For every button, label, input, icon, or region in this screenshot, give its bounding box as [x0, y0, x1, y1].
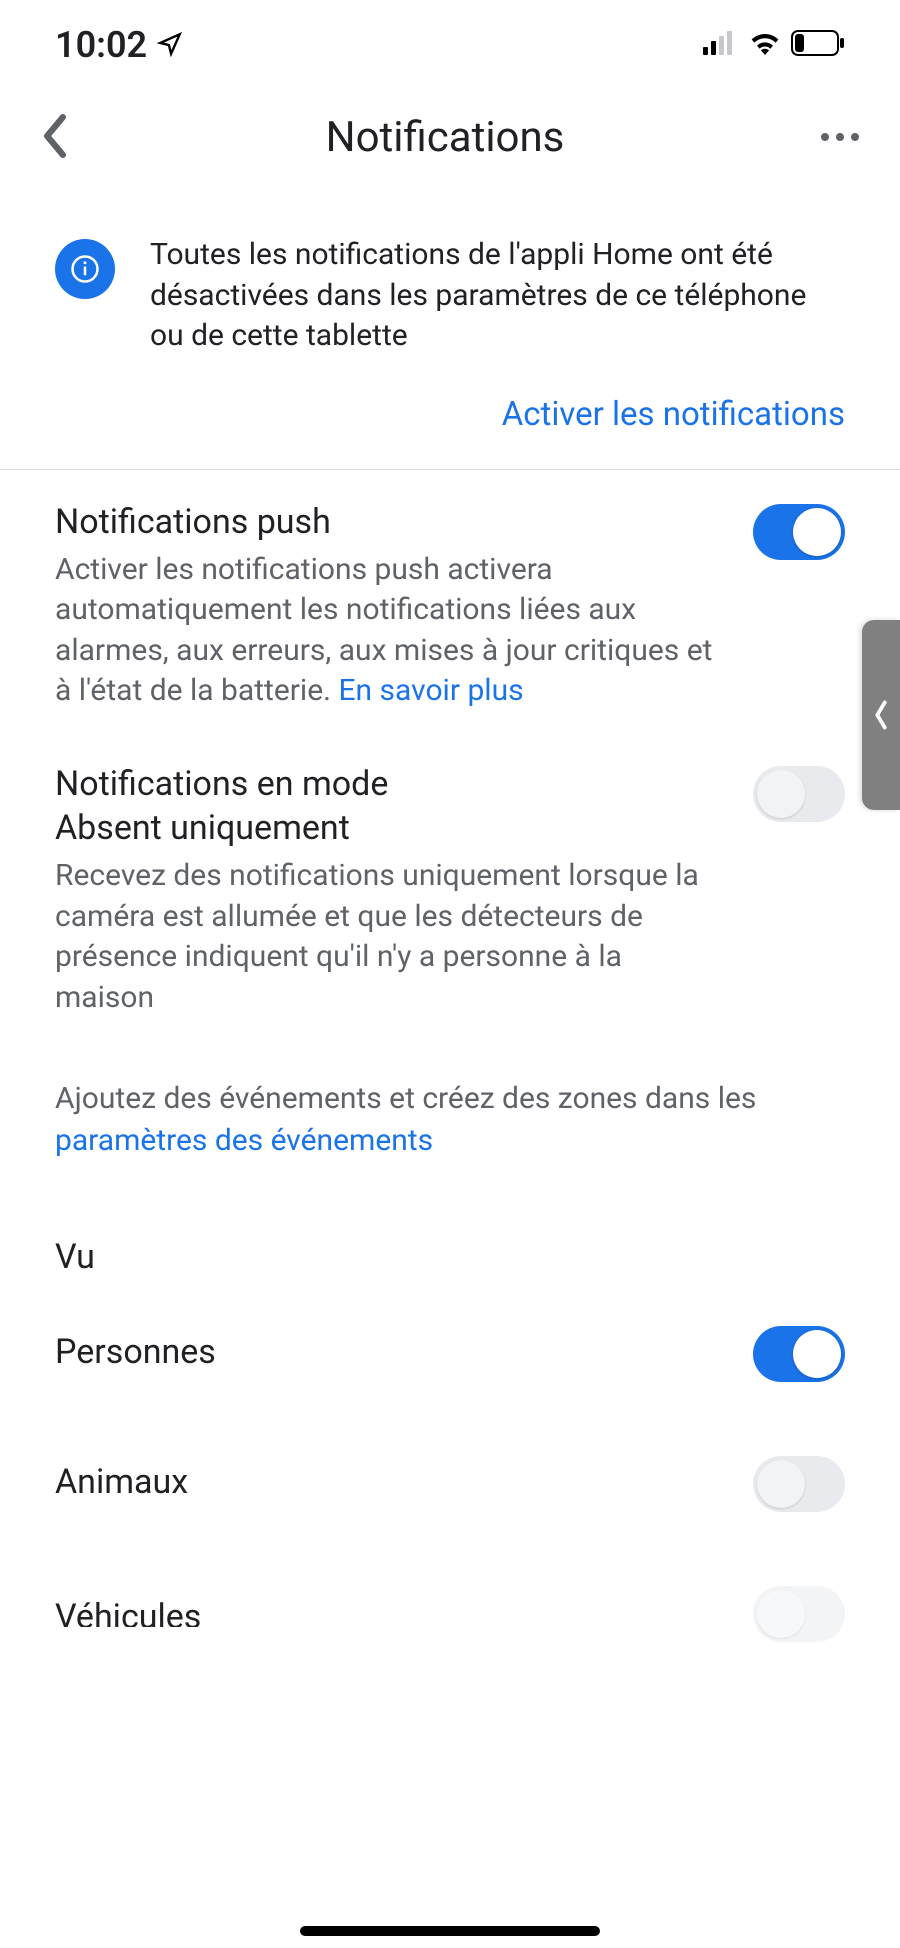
event-settings-link[interactable]: paramètres des événements [55, 1123, 433, 1158]
setting-push-title: Notifications push [55, 500, 723, 544]
item-persons: Personnes [0, 1287, 900, 1417]
toggle-push[interactable] [753, 504, 845, 560]
setting-away-desc: Recevez des notifications uniquement lor… [55, 856, 723, 1018]
status-indicators [703, 30, 845, 60]
section-seen: Vu [0, 1202, 900, 1287]
wifi-icon [749, 31, 781, 59]
status-time: 10:02 [55, 24, 147, 66]
battery-icon [791, 30, 845, 60]
status-time-area: 10:02 [55, 24, 183, 66]
signal-icon [703, 31, 739, 59]
nav-header: Notifications [0, 90, 900, 185]
item-animals-label: Animaux [55, 1462, 188, 1502]
setting-push: Notifications push Activer les notificat… [0, 470, 900, 742]
info-banner-text: Toutes les notifications de l'appli Home… [150, 235, 845, 357]
item-vehicles-label: Véhicules [55, 1597, 201, 1627]
learn-more-link[interactable]: En savoir plus [338, 673, 523, 708]
setting-push-desc: Activer les notifications push activera … [55, 550, 723, 712]
page-title: Notifications [70, 113, 820, 162]
toggle-animals[interactable] [753, 1456, 845, 1512]
home-indicator[interactable] [300, 1926, 600, 1936]
info-icon [55, 239, 115, 299]
setting-away: Notifications en mode Absent uniquement … [0, 742, 900, 1048]
item-vehicles: Véhicules [0, 1547, 900, 1642]
more-icon[interactable] [820, 128, 860, 147]
toggle-vehicles[interactable] [753, 1586, 845, 1642]
info-banner: Toutes les notifications de l'appli Home… [0, 185, 900, 387]
activate-notifications-link[interactable]: Activer les notifications [502, 395, 845, 434]
events-hint: Ajoutez des événements et créez des zone… [0, 1048, 900, 1202]
toggle-away[interactable] [753, 766, 845, 822]
location-icon [157, 24, 183, 66]
side-drawer-handle[interactable] [862, 620, 900, 810]
item-animals: Animaux [0, 1417, 900, 1547]
back-icon[interactable] [40, 114, 70, 162]
toggle-persons[interactable] [753, 1326, 845, 1382]
item-persons-label: Personnes [55, 1332, 216, 1372]
setting-away-title: Notifications en mode Absent uniquement [55, 762, 475, 850]
status-bar: 10:02 [0, 0, 900, 90]
